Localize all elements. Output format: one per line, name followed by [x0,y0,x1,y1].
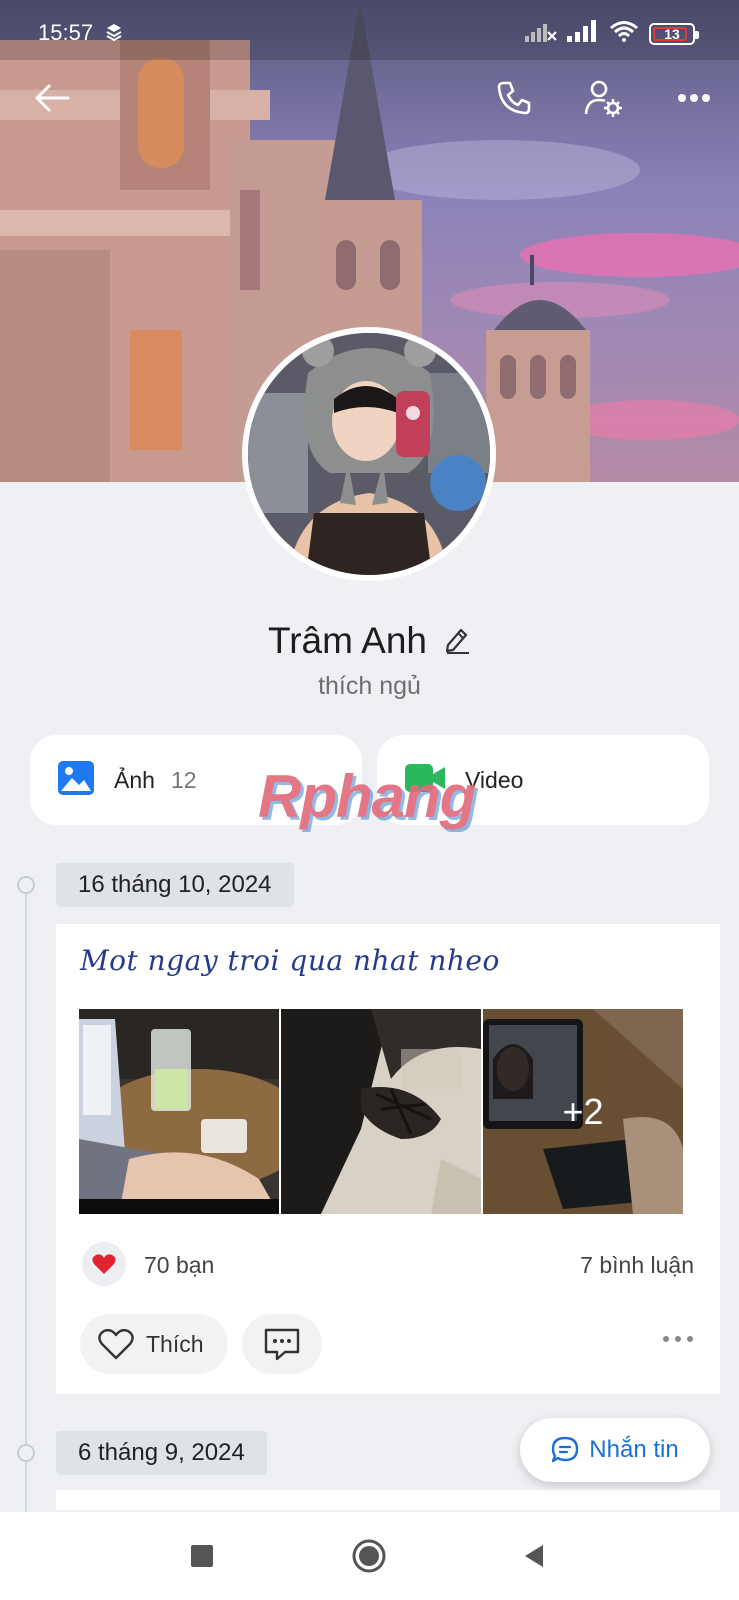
system-nav-bar [0,1512,739,1600]
profile-bio: thích ngủ [318,672,421,700]
home-circle-icon [352,1539,386,1573]
reaction-heart[interactable] [82,1242,126,1286]
profile-name-row: Trâm Anh [0,620,739,662]
phone-icon [497,81,531,115]
timeline-line [25,885,27,1525]
post-caption: Mot ngay troi qua nhat nheo [80,944,500,977]
more-dots-icon [678,94,710,102]
more-photos-count: +2 [562,1090,604,1132]
photo-icon [58,760,94,800]
pencil-icon [445,628,470,654]
like-button[interactable]: Thích [80,1314,228,1374]
like-label: Thích [146,1330,204,1357]
chat-icon [552,1436,579,1463]
status-bar: 15:57 13 [0,0,739,64]
timeline-dot [17,1444,35,1462]
back-arrow-icon [35,84,70,112]
heart-icon [92,1254,116,1274]
more-dots-icon [663,1336,693,1342]
comment-button[interactable] [242,1314,322,1374]
more-options-button[interactable] [666,70,722,126]
post-photo[interactable] [79,1009,279,1214]
home-button[interactable] [347,1534,391,1578]
photos-count: 12 [170,766,197,793]
timeline-post [56,1490,720,1510]
post-photo[interactable]: +2 [483,1009,683,1214]
triangle-back-icon [525,1545,543,1567]
heart-outline-icon [98,1328,134,1360]
call-button[interactable] [486,70,542,126]
no-signal-icon [525,20,557,47]
message-label: Nhắn tin [589,1436,679,1463]
timeline-dot [17,876,35,894]
battery-icon: 13 [649,22,699,45]
status-time: 15:57 [38,20,94,45]
recents-button[interactable] [180,1534,224,1578]
back-button[interactable] [24,70,80,126]
photos-label: Ảnh [114,766,155,793]
battery-level: 13 [664,25,680,42]
user-settings-icon [584,80,622,117]
timeline-post: Mot ngay troi qua nhat nheo +2 70 bạn 7 … [56,924,720,1394]
watermark-logo: Rphang [258,763,476,830]
timeline-date: 16 tháng 10, 2024 [56,863,294,907]
square-icon [191,1545,213,1567]
comments-count[interactable]: 7 bình luận [580,1252,694,1279]
wifi-icon [609,20,639,47]
sync-icon [104,22,124,47]
message-button[interactable]: Nhắn tin [520,1418,710,1482]
avatar[interactable] [242,327,496,581]
back-nav-button[interactable] [512,1534,556,1578]
profile-settings-button[interactable] [575,70,631,126]
reactions-count[interactable]: 70 bạn [144,1252,214,1279]
post-more-button[interactable] [662,1330,694,1348]
signal-icon [567,20,599,47]
edit-name-button[interactable] [443,624,471,659]
timeline-date: 6 tháng 9, 2024 [56,1431,267,1475]
profile-name: Trâm Anh [267,620,428,661]
post-photo[interactable] [281,1009,481,1214]
comment-icon [264,1328,300,1361]
